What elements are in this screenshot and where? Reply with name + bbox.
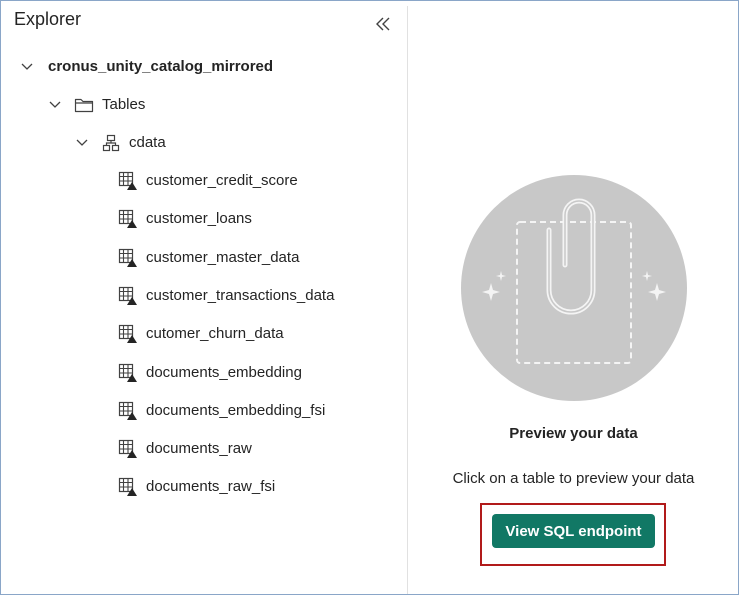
tree-item-table[interactable]: customer_loans (118, 206, 252, 232)
tree-item-table[interactable]: customer_transactions_data (118, 283, 334, 309)
chevron-down-icon[interactable] (20, 60, 34, 74)
tree-item-schema-cdata[interactable]: cdata (75, 130, 166, 156)
explorer-title: Explorer (14, 9, 82, 29)
mirrored-table-icon (118, 248, 138, 268)
tree-item-table[interactable]: customer_credit_score (118, 168, 298, 194)
mirrored-table-icon (118, 324, 138, 344)
tree-item-table[interactable]: documents_embedding_fsi (118, 398, 325, 424)
tree-item-table-label: documents_raw_fsi (146, 478, 276, 495)
mirrored-table-icon (118, 209, 138, 229)
schema-icon (101, 133, 121, 153)
tree-item-schema-label: cdata (129, 134, 166, 151)
tree-item-table-label: documents_raw (146, 440, 252, 457)
mirrored-table-icon (118, 286, 138, 306)
tree-item-table[interactable]: documents_embedding (118, 360, 302, 386)
chevron-down-icon[interactable] (48, 98, 62, 112)
view-sql-endpoint-button[interactable]: View SQL endpoint (492, 514, 655, 548)
mirrored-table-icon (118, 477, 138, 497)
tree-item-table-label: cutomer_churn_data (146, 325, 284, 342)
tree-item-table[interactable]: customer_master_data (118, 245, 299, 271)
mirrored-table-icon (118, 439, 138, 459)
chevron-down-icon[interactable] (75, 136, 89, 150)
tree-item-table[interactable]: cutomer_churn_data (118, 321, 284, 347)
tree-item-tables-folder[interactable]: Tables (48, 92, 145, 118)
tree-item-table-label: documents_embedding_fsi (146, 402, 326, 419)
tree-item-tables-label: Tables (102, 96, 146, 113)
preview-title: Preview your data (509, 425, 638, 442)
mirrored-table-icon (118, 171, 138, 191)
tree-item-table-label: customer_master_data (146, 249, 300, 266)
paperclip-document-illustration (461, 175, 687, 401)
preview-subtitle: Click on a table to preview your data (452, 470, 695, 487)
mirrored-table-icon (118, 363, 138, 383)
tree-item-root-label: cronus_unity_catalog_mirrored (48, 58, 274, 75)
tree-item-table-label: customer_loans (146, 210, 252, 227)
tree-item-table-label: customer_transactions_data (146, 287, 335, 304)
tree-item-table[interactable]: documents_raw_fsi (118, 474, 275, 500)
double-chevron-left-icon (375, 17, 391, 36)
tree-item-table-label: customer_credit_score (146, 172, 298, 189)
mirrored-table-icon (118, 401, 138, 421)
tree-item-table-label: documents_embedding (146, 364, 302, 381)
tree-item-root[interactable]: cronus_unity_catalog_mirrored (20, 54, 273, 80)
tree-item-table[interactable]: documents_raw (118, 436, 252, 462)
collapse-explorer-button[interactable] (372, 16, 394, 36)
folder-icon (74, 95, 94, 115)
